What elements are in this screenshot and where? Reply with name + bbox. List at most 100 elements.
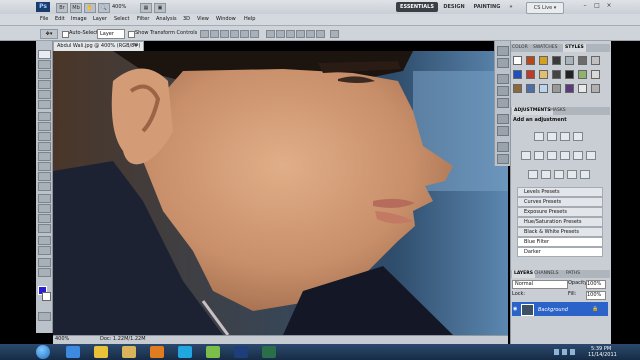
menu-help[interactable]: Help bbox=[244, 15, 255, 24]
bridge-icon[interactable]: Br bbox=[56, 3, 68, 13]
menu-3d[interactable]: 3D bbox=[183, 15, 190, 24]
menu-view[interactable]: View bbox=[197, 15, 209, 24]
style-swatch[interactable] bbox=[591, 84, 600, 93]
preset-hue-saturation[interactable]: Hue/Saturation Presets bbox=[517, 217, 603, 227]
tray-volume-icon[interactable] bbox=[562, 349, 567, 355]
style-swatch[interactable] bbox=[578, 84, 587, 93]
workspace-design[interactable]: DESIGN bbox=[440, 2, 468, 12]
style-swatch[interactable] bbox=[539, 56, 548, 65]
auto-align-layers-icon[interactable] bbox=[330, 30, 339, 38]
brush-tool-icon[interactable] bbox=[38, 122, 51, 131]
style-swatch[interactable] bbox=[552, 84, 561, 93]
tab-color[interactable]: COLOR bbox=[512, 44, 528, 52]
spot-healing-tool-icon[interactable] bbox=[38, 112, 51, 121]
brightness-contrast-icon[interactable] bbox=[534, 132, 544, 141]
tab-paths[interactable]: PATHS bbox=[566, 270, 580, 278]
status-doc-size[interactable]: Doc: 1.22M/1.22M bbox=[100, 335, 146, 344]
style-swatch[interactable] bbox=[539, 84, 548, 93]
tab-swatches[interactable]: SWATCHES bbox=[533, 44, 558, 52]
photoshop-taskbar-icon[interactable] bbox=[234, 346, 248, 358]
levels-icon[interactable] bbox=[547, 132, 557, 141]
quick-mask-icon[interactable] bbox=[38, 312, 51, 321]
gradient-tool-icon[interactable] bbox=[38, 162, 51, 171]
document-close-icon[interactable]: × bbox=[133, 41, 139, 50]
style-swatch[interactable] bbox=[552, 56, 561, 65]
character-panel-icon[interactable] bbox=[497, 126, 509, 136]
eyedropper-tool-icon[interactable] bbox=[38, 100, 51, 109]
workspace-painting[interactable]: PAINTING bbox=[472, 2, 502, 12]
clone-source-panel-icon[interactable] bbox=[497, 98, 509, 108]
3d-panel-icon[interactable] bbox=[497, 74, 509, 84]
gradient-map-icon[interactable] bbox=[567, 170, 577, 179]
windows-start-button[interactable] bbox=[36, 345, 50, 359]
notes-panel-icon[interactable] bbox=[497, 142, 509, 152]
actions-panel-icon[interactable] bbox=[497, 58, 509, 68]
internet-explorer-icon[interactable] bbox=[66, 346, 80, 358]
style-swatch[interactable] bbox=[578, 56, 587, 65]
opacity-input[interactable]: 100% bbox=[586, 280, 606, 289]
tab-channels[interactable]: CHANNELS bbox=[534, 270, 559, 278]
lasso-tool-icon[interactable] bbox=[38, 70, 51, 79]
style-swatch[interactable] bbox=[539, 70, 548, 79]
curves-icon[interactable] bbox=[560, 132, 570, 141]
style-swatch[interactable] bbox=[513, 84, 522, 93]
close-button[interactable]: × bbox=[604, 2, 614, 10]
minimize-button[interactable]: – bbox=[580, 2, 590, 10]
maximize-button[interactable]: □ bbox=[592, 2, 602, 10]
menu-image[interactable]: Image bbox=[71, 15, 87, 24]
menu-edit[interactable]: Edit bbox=[55, 15, 65, 24]
align-right-icon[interactable] bbox=[250, 30, 259, 38]
align-top-icon[interactable] bbox=[200, 30, 209, 38]
style-swatch[interactable] bbox=[526, 84, 535, 93]
distribute-vertical-center-icon[interactable] bbox=[276, 30, 285, 38]
brush-panel-icon[interactable] bbox=[497, 86, 509, 96]
distribute-bottom-icon[interactable] bbox=[286, 30, 295, 38]
eraser-tool-icon[interactable] bbox=[38, 152, 51, 161]
hand-tool-icon[interactable] bbox=[38, 258, 51, 267]
show-transform-controls-checkbox[interactable] bbox=[128, 31, 135, 38]
auto-select-checkbox[interactable] bbox=[62, 31, 69, 38]
posterize-icon[interactable] bbox=[541, 170, 551, 179]
taskbar-app-icon[interactable] bbox=[206, 346, 220, 358]
distribute-top-icon[interactable] bbox=[266, 30, 275, 38]
clock-date[interactable]: 11/14/2011 bbox=[588, 352, 617, 358]
history-panel-icon[interactable] bbox=[497, 46, 509, 56]
blend-mode-dropdown[interactable]: Normal bbox=[512, 280, 568, 289]
blur-tool-icon[interactable] bbox=[38, 172, 51, 181]
menu-select[interactable]: Select bbox=[114, 15, 129, 24]
style-swatch[interactable] bbox=[552, 70, 561, 79]
tab-layers[interactable]: LAYERS bbox=[512, 270, 535, 278]
info-panel-icon[interactable] bbox=[497, 114, 509, 124]
status-zoom[interactable]: 400% bbox=[55, 335, 69, 344]
photo-filter-icon[interactable] bbox=[573, 151, 583, 160]
layer-visibility-eye-icon[interactable]: ◉ bbox=[513, 306, 519, 312]
file-explorer-icon[interactable] bbox=[122, 346, 136, 358]
hand-icon[interactable]: ✋ bbox=[84, 3, 96, 13]
distribute-right-icon[interactable] bbox=[316, 30, 325, 38]
style-swatch[interactable] bbox=[526, 56, 535, 65]
tab-masks[interactable]: MASKS bbox=[550, 107, 566, 115]
fill-input[interactable]: 100% bbox=[586, 291, 606, 300]
preset-blue-filter[interactable]: Blue Filter bbox=[517, 237, 603, 247]
minibridge-icon[interactable]: Mb bbox=[70, 3, 82, 13]
menu-filter[interactable]: Filter bbox=[137, 15, 149, 24]
menu-window[interactable]: Window bbox=[216, 15, 236, 24]
selective-color-icon[interactable] bbox=[580, 170, 590, 179]
distribute-horizontal-center-icon[interactable] bbox=[306, 30, 315, 38]
marquee-tool-icon[interactable] bbox=[38, 60, 51, 69]
menu-layer[interactable]: Layer bbox=[93, 15, 107, 24]
menu-file[interactable]: File bbox=[40, 15, 48, 24]
screen-mode-icon[interactable]: ▣ bbox=[154, 3, 166, 13]
quick-selection-tool-icon[interactable] bbox=[38, 80, 51, 89]
3d-orbit-tool-icon[interactable] bbox=[38, 246, 51, 255]
background-color-swatch[interactable] bbox=[42, 292, 51, 301]
document-canvas[interactable] bbox=[53, 51, 508, 335]
chrome-icon[interactable] bbox=[94, 346, 108, 358]
style-swatch[interactable] bbox=[565, 84, 574, 93]
tray-network-icon[interactable] bbox=[554, 349, 559, 355]
style-swatch[interactable] bbox=[578, 70, 587, 79]
tab-styles[interactable]: STYLES bbox=[563, 44, 586, 52]
black-white-icon[interactable] bbox=[560, 151, 570, 160]
clone-stamp-tool-icon[interactable] bbox=[38, 132, 51, 141]
3d-rotate-tool-icon[interactable] bbox=[38, 236, 51, 245]
